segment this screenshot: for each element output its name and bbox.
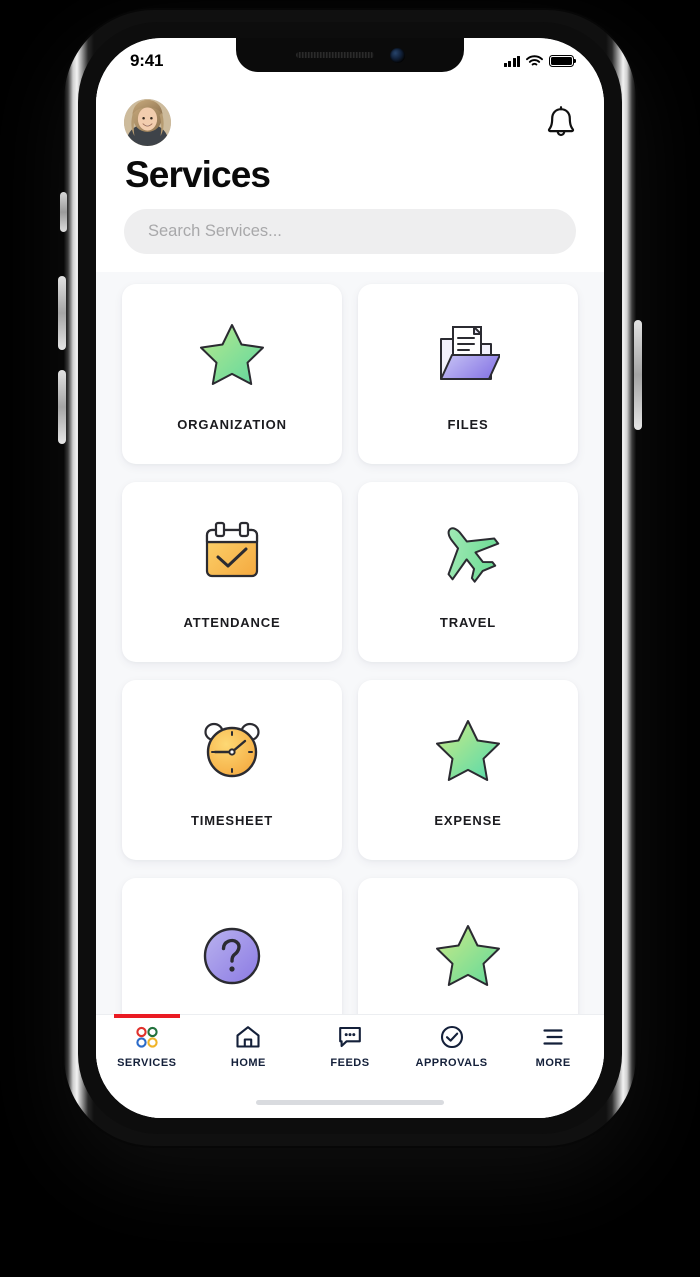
four-circles-icon <box>134 1024 160 1050</box>
active-tab-indicator <box>113 1014 180 1018</box>
service-card-organization[interactable]: ORGANIZATION <box>122 283 342 464</box>
tab-label: SERVICES <box>117 1057 177 1069</box>
calendar-check-icon <box>201 513 263 591</box>
tab-services[interactable]: SERVICES <box>96 1014 198 1069</box>
wifi-icon <box>526 55 543 66</box>
silent-switch-button[interactable] <box>60 192 67 232</box>
service-card-extra-star[interactable] <box>358 877 578 1014</box>
services-grid: ORGANIZATION FILES ATTENDANCE TRAVEL TIM… <box>122 283 578 1014</box>
check-circle-icon <box>439 1024 465 1050</box>
tab-label: MORE <box>535 1057 571 1069</box>
volume-up-button[interactable] <box>58 276 66 350</box>
bell-icon[interactable] <box>546 105 576 139</box>
avatar-image <box>124 98 171 146</box>
app-header: Services <box>96 82 604 272</box>
home-indicator[interactable] <box>256 1099 444 1105</box>
page-title: Services <box>125 154 271 195</box>
service-card-timesheet[interactable]: TIMESHEET <box>122 679 342 860</box>
header-top-row <box>124 98 576 146</box>
search-bar-wrapper <box>124 208 576 272</box>
tab-label: FEEDS <box>330 1057 370 1069</box>
service-card-expense[interactable]: EXPENSE <box>358 679 578 860</box>
phone-screen: 9:41 Services Search Services... ORGANIZ… <box>96 38 604 1118</box>
service-card-help[interactable] <box>122 877 342 1014</box>
power-button[interactable] <box>634 320 642 430</box>
house-icon <box>235 1024 261 1050</box>
service-card-label: TIMESHEET <box>190 813 274 829</box>
alarm-clock-icon <box>200 711 264 789</box>
battery-icon <box>549 55 577 67</box>
bottom-tab-bar: SERVICES HOME FEEDS APPROVALS MORE <box>96 1014 604 1086</box>
home-indicator-zone <box>96 1086 604 1118</box>
status-icons <box>503 55 577 67</box>
service-card-files[interactable]: FILES <box>358 283 578 464</box>
tab-label: HOME <box>230 1057 266 1069</box>
star-icon <box>198 315 266 393</box>
device-stage: 9:41 Services Search Services... ORGANIZ… <box>0 0 700 1277</box>
tab-home[interactable]: HOME <box>198 1024 300 1069</box>
service-card-label: EXPENSE <box>434 813 502 829</box>
hamburger-menu-icon <box>540 1024 566 1050</box>
service-card-label: ORGANIZATION <box>177 417 287 433</box>
tab-feeds[interactable]: FEEDS <box>299 1024 401 1069</box>
service-card-label: TRAVEL <box>439 615 497 631</box>
services-grid-scroll[interactable]: ORGANIZATION FILES ATTENDANCE TRAVEL TIM… <box>96 271 604 1014</box>
avatar[interactable] <box>124 98 171 146</box>
service-card-label: ATTENDANCE <box>183 615 281 631</box>
speaker-grille-icon <box>295 52 374 58</box>
cellular-signal-icon <box>503 55 520 67</box>
tab-approvals[interactable]: APPROVALS <box>401 1024 503 1069</box>
notch <box>236 38 464 72</box>
star-icon <box>434 711 502 789</box>
tab-more[interactable]: MORE <box>502 1024 604 1069</box>
folder-document-icon <box>436 315 500 393</box>
front-camera-icon <box>389 47 405 63</box>
airplane-icon <box>435 513 501 591</box>
service-card-attendance[interactable]: ATTENDANCE <box>122 481 342 662</box>
volume-down-button[interactable] <box>58 370 66 444</box>
app-screen-services: Services Search Services... ORGANIZATION… <box>96 82 604 1118</box>
service-card-travel[interactable]: TRAVEL <box>358 481 578 662</box>
question-circle-icon <box>201 917 263 995</box>
chat-bubble-icon <box>337 1024 363 1050</box>
star-icon <box>434 917 502 995</box>
status-time: 9:41 <box>130 51 164 70</box>
tab-label: APPROVALS <box>415 1057 488 1069</box>
service-card-label: FILES <box>447 417 489 433</box>
search-input[interactable] <box>124 208 576 254</box>
